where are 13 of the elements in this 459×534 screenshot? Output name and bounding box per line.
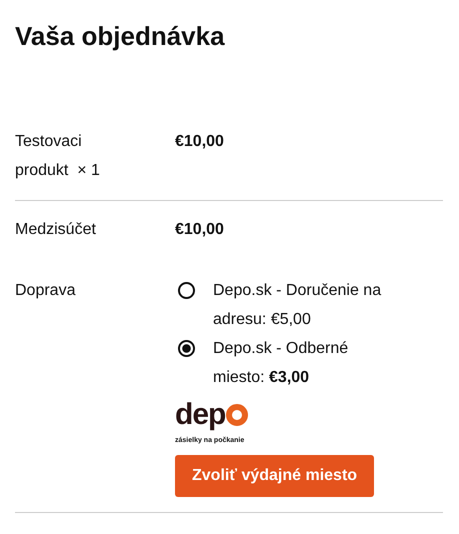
radio-button[interactable] — [178, 282, 195, 299]
logo-wordmark: dep — [175, 402, 226, 428]
page-title: Vaša objednávka — [15, 20, 226, 53]
shipping-option: Depo.sk - Doručenie na adresu: €5,00 — [213, 276, 400, 334]
shipping-label: Doprava — [15, 281, 76, 301]
subtotal-value: €10,00 — [175, 221, 224, 238]
choose-pickup-button[interactable]: Zvoliť výdajné miesto — [175, 455, 374, 497]
ring-icon — [225, 403, 250, 427]
radio-button[interactable] — [178, 340, 195, 357]
product-price: €10,00 — [175, 133, 224, 150]
subtotal-label: Medzisúčet — [15, 220, 97, 240]
shipping-option: Depo.sk - Odberné miesto: €3,00 — [213, 334, 400, 392]
product-name: Testovaci produkt × 1 — [15, 132, 101, 181]
